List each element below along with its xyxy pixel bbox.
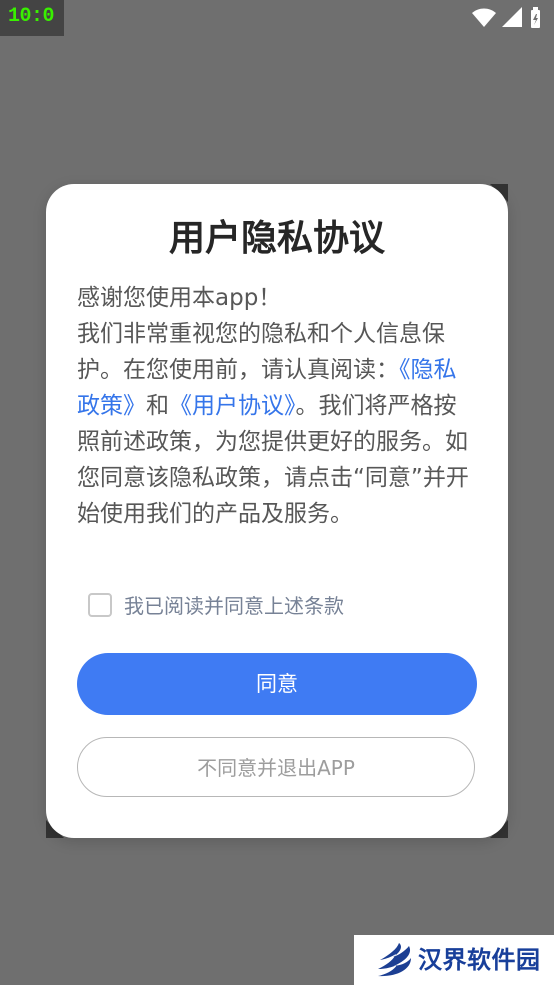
privacy-modal-screen: 10:0 用户隐私协议 感谢您使用本app！ 我们非常重视您的隐私和个人信息保护… bbox=[0, 0, 554, 985]
dialog-title: 用户隐私协议 bbox=[168, 218, 385, 259]
privacy-intro-text: 我们非常重视您的隐私和个人信息保护。在您使用前，请认真阅读： bbox=[77, 321, 445, 383]
status-bar: 10:0 bbox=[0, 0, 554, 36]
terms-checkbox-label[interactable]: 我已阅读并同意上述条款 bbox=[124, 592, 344, 620]
disagree-exit-button[interactable]: 不同意并退出APP bbox=[77, 737, 475, 797]
status-icons bbox=[470, 6, 546, 30]
user-agreement-link[interactable]: 《用户协议》 bbox=[169, 393, 296, 419]
privacy-agreement-dialog: 用户隐私协议 感谢您使用本app！ 我们非常重视您的隐私和个人信息保护。在您使用… bbox=[46, 184, 508, 838]
watermark-logo-icon bbox=[378, 943, 411, 977]
battery-icon bbox=[531, 7, 540, 28]
privacy-agreement-body: 感谢您使用本app！ 我们非常重视您的隐私和个人信息保护。在您使用前，请认真阅读… bbox=[77, 280, 479, 532]
status-time-box: 10:0 bbox=[0, 0, 64, 36]
wifi-icon bbox=[472, 8, 496, 27]
status-time: 10:0 bbox=[8, 5, 55, 28]
greeting-text: 感谢您使用本app！ bbox=[77, 285, 282, 311]
agree-button[interactable]: 同意 bbox=[77, 653, 477, 715]
terms-checkbox-row[interactable]: 我已阅读并同意上述条款 bbox=[88, 592, 418, 622]
terms-checkbox[interactable] bbox=[88, 593, 112, 617]
and-text: 和 bbox=[146, 393, 169, 419]
watermark-text: 汉界软件园 bbox=[418, 946, 541, 974]
signal-icon bbox=[502, 7, 522, 27]
watermark: 汉界软件园 bbox=[354, 935, 554, 985]
